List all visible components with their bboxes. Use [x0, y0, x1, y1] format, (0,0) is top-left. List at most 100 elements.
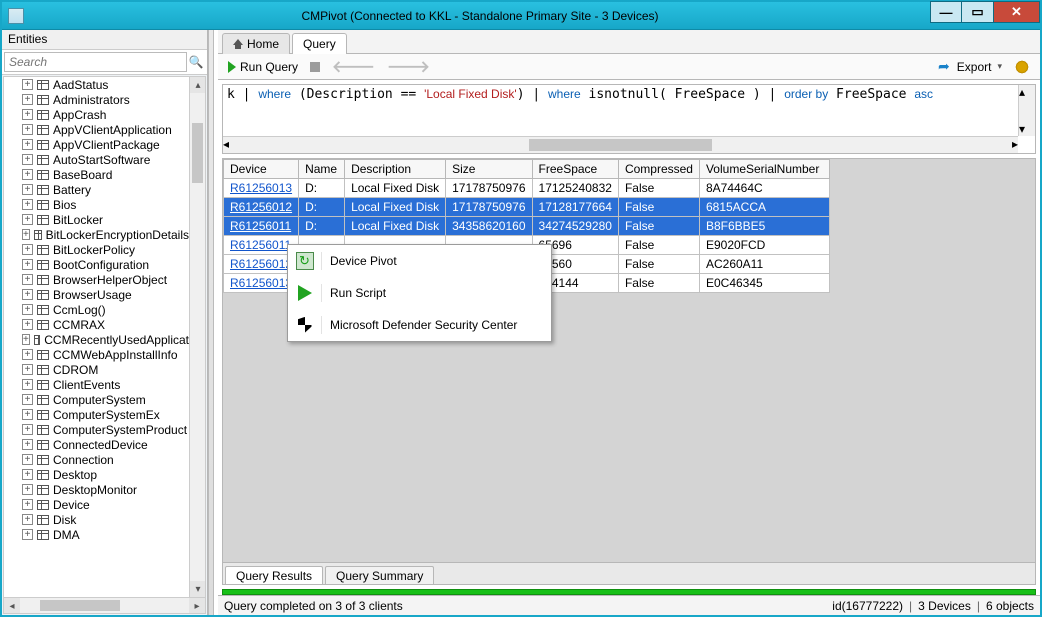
expander-icon[interactable]: +: [22, 304, 33, 315]
table-row[interactable]: R61256011D:Local Fixed Disk3435862016034…: [224, 217, 830, 236]
cell[interactable]: D:: [299, 198, 345, 217]
close-button[interactable]: ✕: [994, 1, 1040, 23]
cell[interactable]: AC260A11: [699, 255, 829, 274]
entity-item[interactable]: +ComputerSystemEx: [4, 407, 189, 422]
expander-icon[interactable]: +: [22, 529, 33, 540]
entities-hscroll[interactable]: ◂ ▸: [4, 597, 205, 613]
expander-icon[interactable]: +: [22, 199, 33, 210]
expander-icon[interactable]: +: [22, 154, 33, 165]
tab-home[interactable]: Home: [222, 33, 290, 54]
settings-button[interactable]: [1010, 57, 1034, 77]
cell[interactable]: False: [618, 179, 699, 198]
entity-item[interactable]: +ConnectedDevice: [4, 437, 189, 452]
cell[interactable]: R61256013: [224, 179, 299, 198]
tab-query-results[interactable]: Query Results: [225, 566, 323, 585]
cell[interactable]: R61256011: [224, 217, 299, 236]
cell[interactable]: D:: [299, 179, 345, 198]
maximize-button[interactable]: ▭: [962, 1, 994, 23]
entity-item[interactable]: +BrowserUsage: [4, 287, 189, 302]
menu-item-defender[interactable]: Microsoft Defender Security Center: [288, 309, 551, 341]
column-header[interactable]: Device: [224, 160, 299, 179]
query-editor[interactable]: k | where (Description == 'Local Fixed D…: [222, 84, 1036, 154]
editor-vscroll[interactable]: ▴ ▾: [1018, 85, 1035, 136]
expander-icon[interactable]: +: [22, 499, 33, 510]
cell[interactable]: 17128177664: [532, 198, 618, 217]
cell[interactable]: Local Fixed Disk: [345, 179, 446, 198]
expander-icon[interactable]: +: [22, 244, 33, 255]
entity-item[interactable]: +DMA: [4, 527, 189, 542]
expander-icon[interactable]: +: [22, 169, 33, 180]
table-row[interactable]: R61256013D:Local Fixed Disk1717875097617…: [224, 179, 830, 198]
expander-icon[interactable]: +: [22, 139, 33, 150]
cell[interactable]: 34274529280: [532, 217, 618, 236]
expander-icon[interactable]: +: [22, 349, 33, 360]
expander-icon[interactable]: +: [22, 79, 33, 90]
cell[interactable]: 34358620160: [446, 217, 532, 236]
expander-icon[interactable]: +: [22, 214, 33, 225]
expander-icon[interactable]: +: [22, 469, 33, 480]
entity-item[interactable]: +ComputerSystemProduct: [4, 422, 189, 437]
cell[interactable]: False: [618, 274, 699, 293]
expander-icon[interactable]: +: [22, 229, 30, 240]
expander-icon[interactable]: +: [22, 109, 33, 120]
cell[interactable]: False: [618, 255, 699, 274]
column-header[interactable]: Name: [299, 160, 345, 179]
scroll-right-icon[interactable]: ▸: [1012, 137, 1018, 153]
scroll-right-icon[interactable]: ▸: [189, 598, 205, 614]
expander-icon[interactable]: +: [22, 259, 33, 270]
scroll-thumb[interactable]: [192, 123, 203, 183]
cell[interactable]: 17178750976: [446, 198, 532, 217]
expander-icon[interactable]: +: [22, 484, 33, 495]
scroll-thumb[interactable]: [529, 139, 712, 151]
entity-item[interactable]: +BitLockerEncryptionDetails: [4, 227, 189, 242]
entity-item[interactable]: +Bios: [4, 197, 189, 212]
entity-item[interactable]: +ComputerSystem: [4, 392, 189, 407]
scroll-up-icon[interactable]: ▴: [190, 77, 206, 93]
entity-item[interactable]: +CCMRecentlyUsedApplicat: [4, 332, 189, 347]
entity-item[interactable]: +Connection: [4, 452, 189, 467]
tab-query-summary[interactable]: Query Summary: [325, 566, 434, 585]
cell[interactable]: 6815ACCA: [699, 198, 829, 217]
scroll-down-icon[interactable]: ▾: [1019, 122, 1035, 136]
cell[interactable]: False: [618, 198, 699, 217]
expander-icon[interactable]: +: [22, 274, 33, 285]
cell[interactable]: Local Fixed Disk: [345, 198, 446, 217]
entity-item[interactable]: +CDROM: [4, 362, 189, 377]
expander-icon[interactable]: +: [22, 364, 33, 375]
entity-item[interactable]: +ClientEvents: [4, 377, 189, 392]
back-button[interactable]: 🡐: [328, 54, 379, 79]
entity-item[interactable]: +BitLocker: [4, 212, 189, 227]
entity-item[interactable]: +AadStatus: [4, 77, 189, 92]
search-icon[interactable]: 🔍: [187, 55, 205, 69]
cell[interactable]: E9020FCD: [699, 236, 829, 255]
entity-item[interactable]: +CCMWebAppInstallInfo: [4, 347, 189, 362]
cell[interactable]: R61256012: [224, 198, 299, 217]
scroll-up-icon[interactable]: ▴: [1019, 85, 1035, 99]
cell[interactable]: False: [618, 236, 699, 255]
expander-icon[interactable]: +: [22, 94, 33, 105]
tab-query[interactable]: Query: [292, 33, 347, 54]
stop-button[interactable]: [306, 60, 324, 74]
column-header[interactable]: Size: [446, 160, 532, 179]
column-header[interactable]: VolumeSerialNumber: [699, 160, 829, 179]
cell[interactable]: 17125240832: [532, 179, 618, 198]
cell[interactable]: False: [618, 217, 699, 236]
forward-button[interactable]: 🡒: [383, 54, 434, 79]
editor-hscroll[interactable]: ◂ ▸: [223, 136, 1018, 153]
cell[interactable]: D:: [299, 217, 345, 236]
entity-item[interactable]: +AppVClientPackage: [4, 137, 189, 152]
entity-item[interactable]: +BrowserHelperObject: [4, 272, 189, 287]
cell[interactable]: 8A74464C: [699, 179, 829, 198]
scroll-down-icon[interactable]: ▾: [190, 581, 206, 597]
entity-item[interactable]: +Battery: [4, 182, 189, 197]
entity-item[interactable]: +AutoStartSoftware: [4, 152, 189, 167]
entity-item[interactable]: +BaseBoard: [4, 167, 189, 182]
entity-item[interactable]: +DesktopMonitor: [4, 482, 189, 497]
entity-item[interactable]: +CcmLog(): [4, 302, 189, 317]
cell[interactable]: 17178750976: [446, 179, 532, 198]
expander-icon[interactable]: +: [22, 379, 33, 390]
cell[interactable]: Local Fixed Disk: [345, 217, 446, 236]
cell[interactable]: E0C46345: [699, 274, 829, 293]
entity-item[interactable]: +AppCrash: [4, 107, 189, 122]
expander-icon[interactable]: +: [22, 124, 33, 135]
